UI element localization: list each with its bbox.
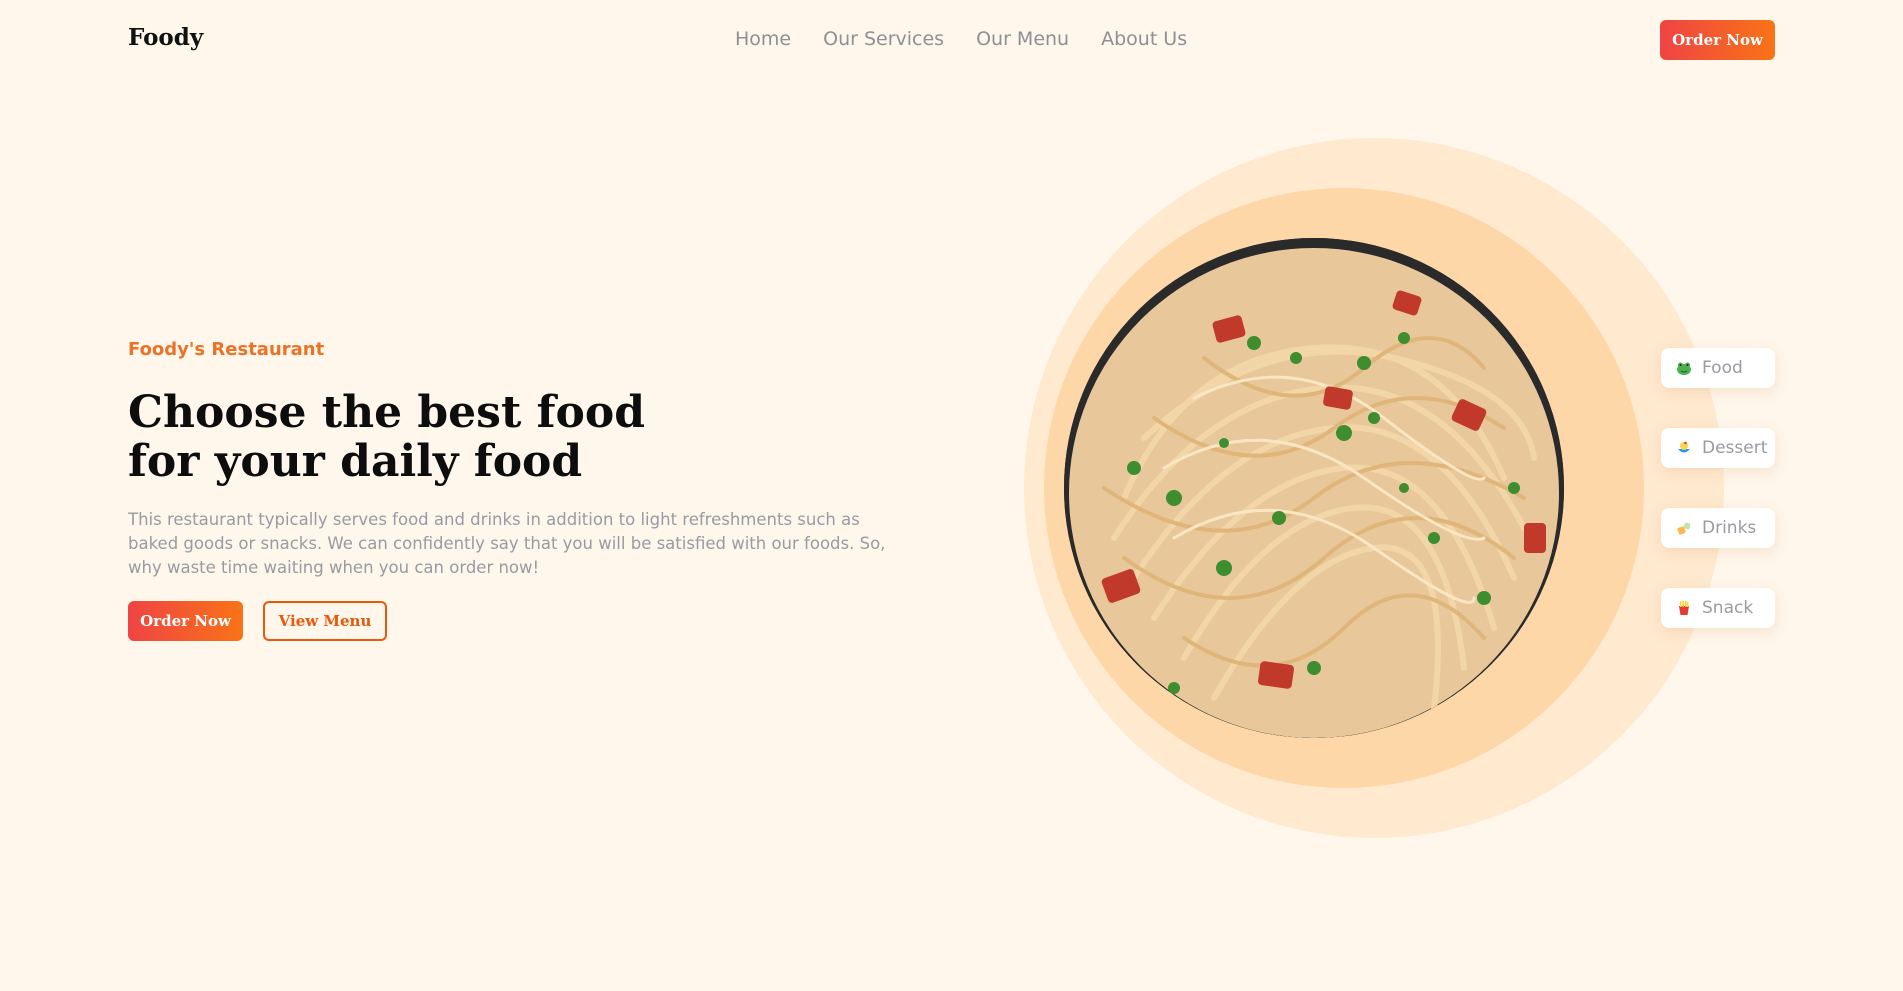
category-food-label: Food	[1702, 358, 1743, 378]
category-snack-label: Snack	[1702, 598, 1754, 618]
nav-home[interactable]: Home	[735, 28, 791, 50]
category-dessert[interactable]: Dessert	[1661, 428, 1775, 468]
hero-eyebrow: Foody's Restaurant	[128, 339, 325, 360]
hero-description: This restaurant typically serves food an…	[128, 510, 886, 577]
nav-our-menu[interactable]: Our Menu	[976, 28, 1069, 50]
nav-about-us[interactable]: About Us	[1101, 28, 1187, 50]
frog-icon	[1676, 360, 1692, 376]
category-drinks[interactable]: Drinks	[1661, 508, 1775, 548]
dessert-icon	[1676, 440, 1692, 456]
category-drinks-label: Drinks	[1702, 518, 1757, 538]
view-menu-button[interactable]: View Menu	[263, 601, 387, 641]
headline-line-2: for your daily food	[128, 436, 583, 487]
category-dessert-label: Dessert	[1702, 438, 1768, 458]
drinks-icon	[1676, 520, 1692, 536]
category-list: Food Dessert Drinks Snack	[1661, 348, 1775, 628]
hero-order-now-button[interactable]: Order Now	[128, 601, 243, 641]
logo[interactable]: Foody	[128, 24, 203, 51]
pasta-dish-image	[1064, 238, 1564, 738]
hero-headline: Choose the best food for your daily food	[128, 388, 828, 486]
headline-line-1: Choose the best food	[128, 387, 645, 438]
snack-icon	[1676, 600, 1692, 616]
category-food[interactable]: Food	[1661, 348, 1775, 388]
header-order-now-button[interactable]: Order Now	[1660, 20, 1775, 60]
main-nav: Home Our Services Our Menu About Us	[735, 28, 1187, 50]
nav-our-services[interactable]: Our Services	[823, 28, 944, 50]
category-snack[interactable]: Snack	[1661, 588, 1775, 628]
